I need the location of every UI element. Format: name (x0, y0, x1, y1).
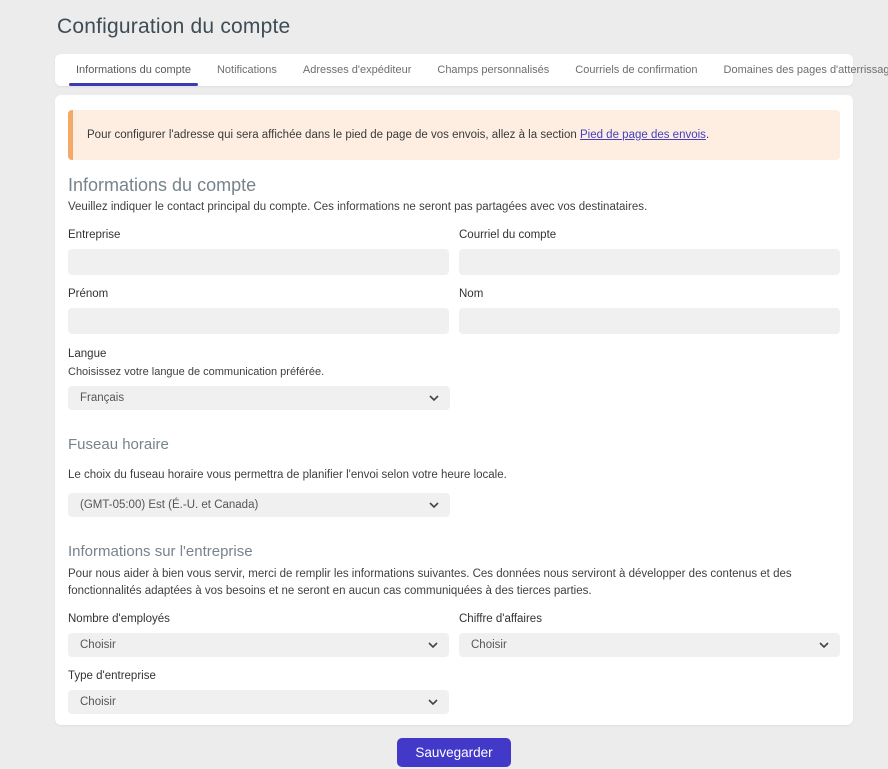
language-label: Langue (68, 348, 450, 360)
company-field-group: Entreprise (68, 229, 449, 275)
tab-notifications[interactable]: Notifications (204, 54, 290, 86)
settings-card: Pour configurer l'adresse qui sera affic… (55, 95, 853, 725)
employees-field-group: Nombre d'employés Choisir (68, 613, 449, 657)
company-input[interactable] (68, 249, 449, 275)
timezone-description: Le choix du fuseau horaire vous permettr… (68, 467, 840, 484)
timezone-section-heading: Fuseau horaire (68, 436, 840, 453)
revenue-select[interactable]: Choisir (459, 633, 840, 657)
revenue-label: Chiffre d'affaires (459, 613, 840, 625)
tab-champs-personnalises[interactable]: Champs personnalisés (424, 54, 562, 86)
language-field-group: Langue Choisissez votre langue de commun… (68, 348, 450, 410)
revenue-field-group: Chiffre d'affaires Choisir (459, 613, 840, 657)
company-info-grid: Nombre d'employés Choisir Chiffre d'affa… (68, 613, 840, 714)
chevron-down-icon (429, 395, 439, 401)
company-label: Entreprise (68, 229, 449, 241)
timezone-select[interactable]: (GMT-05:00) Est (É.-U. et Canada) (68, 493, 450, 517)
last-name-field-group: Nom (459, 288, 840, 334)
tab-adresses-expediteur[interactable]: Adresses d'expéditeur (290, 54, 425, 86)
timezone-section: Fuseau horaire Le choix du fuseau horair… (68, 436, 840, 516)
company-type-label: Type d'entreprise (68, 670, 449, 682)
chevron-down-icon (428, 642, 438, 648)
chevron-down-icon (428, 699, 438, 705)
timezone-selected-value: (GMT-05:00) Est (É.-U. et Canada) (80, 499, 258, 511)
employees-select[interactable]: Choisir (68, 633, 449, 657)
footer-settings-link[interactable]: Pied de page des envois (580, 129, 706, 141)
company-type-select[interactable]: Choisir (68, 690, 449, 714)
page-title: Configuration du compte (0, 0, 888, 54)
company-type-selected-value: Choisir (80, 696, 116, 708)
revenue-selected-value: Choisir (471, 639, 507, 651)
first-name-input[interactable] (68, 308, 449, 334)
company-info-heading: Informations sur l'entreprise (68, 543, 840, 560)
last-name-input[interactable] (459, 308, 840, 334)
account-section-heading: Informations du compte (68, 175, 840, 196)
last-name-label: Nom (459, 288, 840, 300)
tab-bar: Informations du compte Notifications Adr… (55, 54, 853, 86)
account-fields-grid: Entreprise Courriel du compte Prénom Nom (68, 229, 840, 334)
company-info-description: Pour nous aider à bien vous servir, merc… (68, 566, 840, 601)
alert-text-end: . (706, 129, 709, 141)
account-email-input[interactable] (459, 249, 840, 275)
save-button[interactable]: Sauvegarder (397, 738, 510, 767)
account-email-field-group: Courriel du compte (459, 229, 840, 275)
first-name-field-group: Prénom (68, 288, 449, 334)
language-select[interactable]: Français (68, 386, 450, 410)
language-selected-value: Français (80, 392, 124, 404)
language-description: Choisissez votre langue de communication… (68, 366, 450, 378)
tab-informations-du-compte[interactable]: Informations du compte (63, 54, 204, 86)
company-type-field-group: Type d'entreprise Choisir (68, 670, 449, 714)
company-info-section: Informations sur l'entreprise Pour nous … (68, 543, 840, 715)
account-email-label: Courriel du compte (459, 229, 840, 241)
account-section-description: Veuillez indiquer le contact principal d… (68, 199, 840, 216)
tab-domaines-pages-atterrissage[interactable]: Domaines des pages d'atterrissage (711, 54, 888, 86)
chevron-down-icon (819, 642, 829, 648)
chevron-down-icon (429, 502, 439, 508)
employees-selected-value: Choisir (80, 639, 116, 651)
tab-courriels-confirmation[interactable]: Courriels de confirmation (562, 54, 710, 86)
alert-text: Pour configurer l'adresse qui sera affic… (87, 129, 580, 141)
footer-info-alert: Pour configurer l'adresse qui sera affic… (68, 110, 840, 160)
employees-label: Nombre d'employés (68, 613, 449, 625)
first-name-label: Prénom (68, 288, 449, 300)
